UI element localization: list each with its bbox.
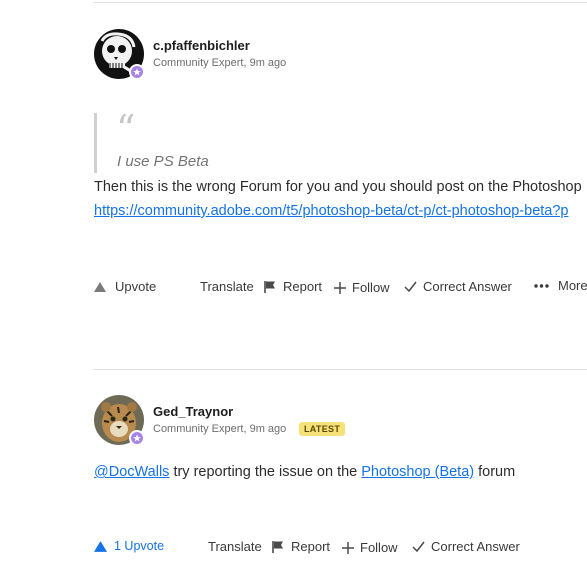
- mention-link[interactable]: @DocWalls: [94, 464, 169, 480]
- upvote-button[interactable]: Upvote: [94, 279, 156, 294]
- plus-icon: [342, 541, 354, 554]
- username[interactable]: Ged_Traynor: [153, 404, 233, 419]
- report-button[interactable]: Report: [271, 539, 330, 554]
- username[interactable]: c.pfaffenbichler: [153, 38, 250, 53]
- translate-label: Translate: [200, 279, 254, 294]
- checkmark-icon: [404, 281, 417, 292]
- body-text-end: forum: [474, 464, 516, 480]
- more-dots-icon: [534, 283, 549, 288]
- translate-button[interactable]: Translate: [208, 539, 262, 554]
- correct-answer-label: Correct Answer: [423, 279, 512, 294]
- report-label: Report: [291, 539, 331, 554]
- community-expert-badge-icon: [129, 430, 145, 446]
- follow-button[interactable]: Follow: [342, 540, 398, 555]
- upvote-button[interactable]: 1 Upvote: [94, 539, 164, 553]
- post-meta: Community Expert, 9m ago: [153, 57, 287, 69]
- flag-icon: [263, 280, 277, 294]
- community-expert-badge-icon: [129, 64, 145, 80]
- translate-label: Translate: [208, 539, 262, 554]
- flag-icon: [271, 540, 285, 554]
- post-body-text: @DocWalls try reporting the issue on the…: [94, 464, 515, 480]
- correct-answer-button[interactable]: Correct Answer: [412, 539, 520, 554]
- upvote-triangle-icon: [94, 281, 106, 292]
- post-body-text: Then this is the wrong Forum for you and…: [94, 179, 582, 195]
- correct-answer-label: Correct Answer: [431, 539, 520, 554]
- follow-button[interactable]: Follow: [334, 280, 390, 295]
- plus-icon: [334, 281, 346, 294]
- upvote-label: 1 Upvote: [114, 539, 165, 553]
- correct-answer-button[interactable]: Correct Answer: [404, 279, 512, 294]
- report-label: Report: [283, 279, 323, 294]
- upvote-label: Upvote: [115, 279, 157, 294]
- more-button[interactable]: More: [534, 278, 587, 293]
- divider: [93, 369, 587, 370]
- quote-bar: [94, 113, 97, 173]
- follow-label: Follow: [360, 540, 398, 555]
- report-button[interactable]: Report: [263, 279, 322, 294]
- post-link[interactable]: https://community.adobe.com/t5/photoshop…: [94, 203, 569, 219]
- follow-label: Follow: [352, 280, 390, 295]
- translate-button[interactable]: Translate: [200, 279, 254, 294]
- checkmark-icon: [412, 541, 425, 552]
- latest-badge: LATEST: [299, 422, 346, 436]
- post-meta: Community Expert, 9m ago: [153, 423, 287, 435]
- quoted-text: I use PS Beta: [117, 153, 209, 170]
- forum-link[interactable]: Photoshop (Beta): [361, 464, 474, 480]
- quote-mark-icon: “: [116, 107, 136, 151]
- body-text-mid: try reporting the issue on the: [169, 464, 362, 480]
- divider-top: [93, 2, 587, 3]
- more-label: More: [558, 278, 587, 293]
- upvote-triangle-icon: [94, 540, 107, 552]
